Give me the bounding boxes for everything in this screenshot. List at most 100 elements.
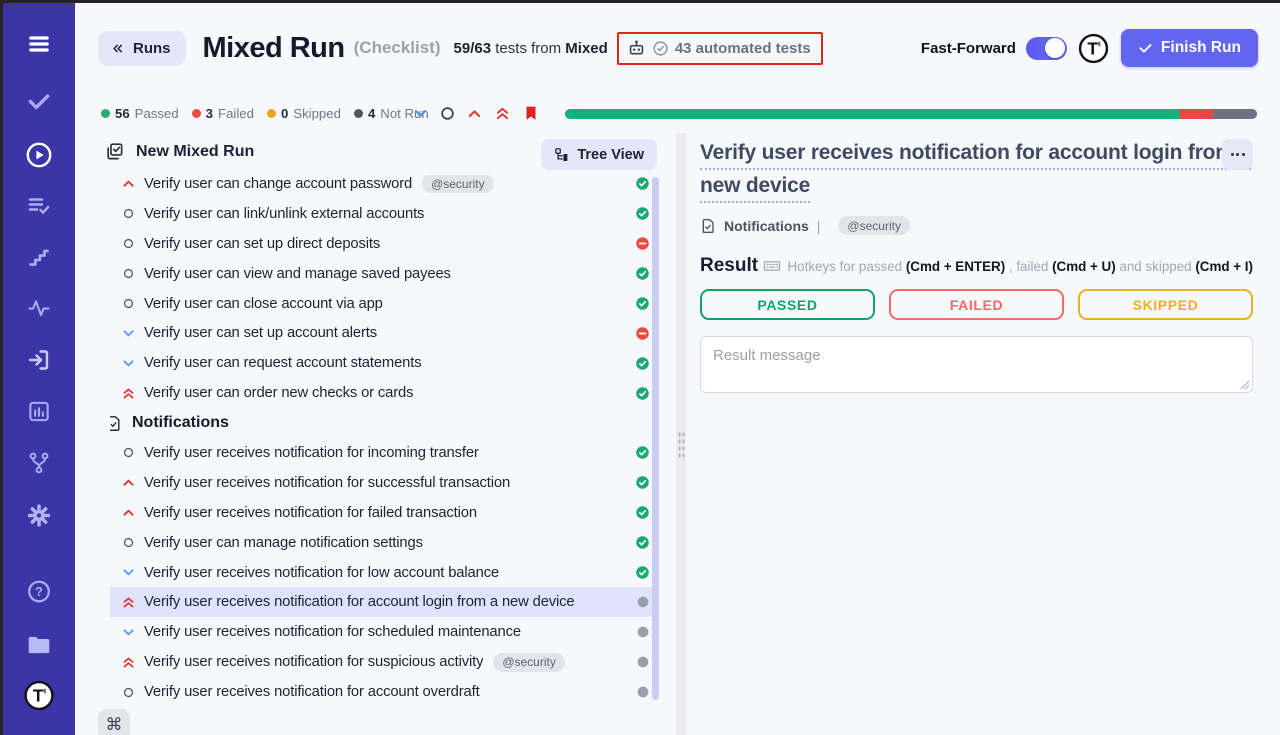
list-scrollbar[interactable] xyxy=(652,177,659,700)
test-list-viewport: Verify user can change account password @… xyxy=(110,175,656,735)
test-row[interactable]: Verify user can set up account alerts xyxy=(110,318,656,348)
drag-handle-icon xyxy=(678,431,685,460)
app-logo[interactable]: T xyxy=(1078,33,1109,64)
test-title: Verify user can set up account alerts xyxy=(144,325,377,341)
sidebar-item-milestones[interactable] xyxy=(27,245,51,269)
fast-forward-label: Fast-Forward xyxy=(921,40,1016,57)
test-row[interactable]: Verify user can link/unlink external acc… xyxy=(110,199,656,229)
main-area: Runs Mixed Run (Checklist) 59/63 tests f… xyxy=(75,3,1280,735)
command-hotkey-button[interactable]: ⌘ xyxy=(98,709,130,735)
svg-text:?: ? xyxy=(35,584,43,599)
status-passed-icon xyxy=(627,505,650,520)
clipboard-check-icon xyxy=(105,142,124,161)
chevron-down-icon[interactable] xyxy=(412,105,429,122)
more-options-button[interactable] xyxy=(1222,139,1253,170)
test-title: Verify user can link/unlink external acc… xyxy=(144,206,424,222)
circle-icon[interactable] xyxy=(440,106,455,121)
steps-icon xyxy=(27,245,51,269)
test-row[interactable]: Verify user can set up direct deposits xyxy=(110,229,656,259)
priority-low-icon xyxy=(120,326,136,341)
progress-bar xyxy=(565,109,1257,119)
test-row[interactable]: Verify user receives notification for su… xyxy=(110,647,656,677)
test-tag: @security xyxy=(493,653,565,672)
test-row[interactable]: Verify user can close account via app xyxy=(110,289,656,319)
sidebar-item-branches[interactable] xyxy=(27,451,51,475)
test-row[interactable]: Verify user receives notification for sc… xyxy=(110,617,656,647)
sidebar-item-projects[interactable] xyxy=(26,632,52,658)
bookmark-icon[interactable] xyxy=(522,104,540,122)
document-check-icon xyxy=(110,415,122,432)
bar-chart-icon xyxy=(28,400,51,423)
chevron-up-icon[interactable] xyxy=(466,105,483,122)
sidebar-item-imports[interactable] xyxy=(27,348,51,372)
finish-run-button[interactable]: Finish Run xyxy=(1121,29,1258,67)
finish-run-label: Finish Run xyxy=(1161,39,1241,57)
skipped-button[interactable]: SKIPPED xyxy=(1078,289,1253,320)
status-passed-icon xyxy=(627,266,650,281)
sidebar-item-test-plans[interactable] xyxy=(27,194,51,218)
test-title: Verify user can change account password xyxy=(144,176,412,192)
tests-from-text: tests from xyxy=(495,40,561,57)
test-row[interactable]: Verify user receives notification for ac… xyxy=(110,587,656,617)
test-row[interactable]: Verify user receives notification for fa… xyxy=(110,498,656,528)
svg-text:T: T xyxy=(1087,38,1098,58)
priority-normal-icon xyxy=(120,238,136,249)
status-passed-icon xyxy=(627,386,650,401)
detail-header: Verify user receives notification for ac… xyxy=(700,133,1253,202)
sidebar: ?T xyxy=(3,3,75,735)
tree-view-button[interactable]: Tree View xyxy=(541,139,657,170)
sidebar-item-logo[interactable]: T xyxy=(24,680,55,711)
folder-icon xyxy=(26,632,52,658)
fast-forward-toggle[interactable] xyxy=(1026,37,1067,60)
tree-view-label: Tree View xyxy=(577,147,644,163)
section-header[interactable]: Notifications xyxy=(110,408,656,438)
sidebar-item-runs[interactable] xyxy=(25,141,53,169)
test-title: Verify user receives notification for ac… xyxy=(144,684,480,700)
test-list: Verify user can change account password @… xyxy=(110,175,656,707)
toggle-knob xyxy=(1045,38,1065,58)
panel-resizer[interactable] xyxy=(676,133,686,735)
result-message-input[interactable] xyxy=(700,336,1253,393)
status-dot xyxy=(101,109,110,118)
test-row[interactable]: Verify user receives notification for ac… xyxy=(110,677,656,707)
status-not_run-icon xyxy=(628,655,650,669)
test-row[interactable]: Verify user can manage notification sett… xyxy=(110,528,656,558)
priority-normal-icon xyxy=(120,537,136,548)
priority-high-icon xyxy=(120,475,136,490)
test-row[interactable]: Verify user can order new checks or card… xyxy=(110,378,656,408)
back-to-runs-button[interactable]: Runs xyxy=(98,31,186,66)
sidebar-item-pulse[interactable] xyxy=(27,296,51,320)
sidebar-item-tests[interactable] xyxy=(26,89,52,115)
tests-count-summary: 59/63 tests from Mixed xyxy=(454,40,608,57)
chevrons-up-icon[interactable] xyxy=(494,105,511,122)
list-check-icon xyxy=(27,194,51,218)
status-passed-icon xyxy=(627,206,650,221)
test-row[interactable]: Verify user receives notification for lo… xyxy=(110,558,656,588)
test-title: Verify user receives notification for su… xyxy=(144,475,510,491)
status-passed-icon xyxy=(627,475,650,490)
priority-normal-icon xyxy=(120,447,136,458)
test-row[interactable]: Verify user can change account password @… xyxy=(110,175,656,199)
test-title: Verify user receives notification for ac… xyxy=(144,594,575,610)
failed-button[interactable]: FAILED xyxy=(889,289,1064,320)
sidebar-item-menu[interactable] xyxy=(26,31,52,57)
stat-skipped: 0Skipped xyxy=(267,106,341,121)
sidebar-item-settings[interactable] xyxy=(27,503,52,528)
test-row[interactable]: Verify user can view and manage saved pa… xyxy=(110,259,656,289)
test-row[interactable]: Verify user receives notification for su… xyxy=(110,468,656,498)
run-type-label: (Checklist) xyxy=(354,38,441,58)
status-failed-icon xyxy=(627,236,650,251)
test-row[interactable]: Verify user can request account statemen… xyxy=(110,348,656,378)
badge-check-icon xyxy=(652,40,669,57)
sidebar-item-help[interactable]: ? xyxy=(27,579,52,604)
breadcrumb-separator: | xyxy=(817,218,821,234)
test-row[interactable]: Verify user receives notification for in… xyxy=(110,438,656,468)
help-circle-icon: ? xyxy=(27,579,52,604)
status-passed-icon xyxy=(627,176,650,191)
sidebar-item-analytics[interactable] xyxy=(28,400,51,423)
stat-failed: 3Failed xyxy=(192,106,254,121)
ellipsis-icon xyxy=(1231,153,1234,156)
passed-button[interactable]: PASSED xyxy=(700,289,875,320)
test-tag: @security xyxy=(422,175,494,193)
document-check-icon xyxy=(700,218,716,234)
